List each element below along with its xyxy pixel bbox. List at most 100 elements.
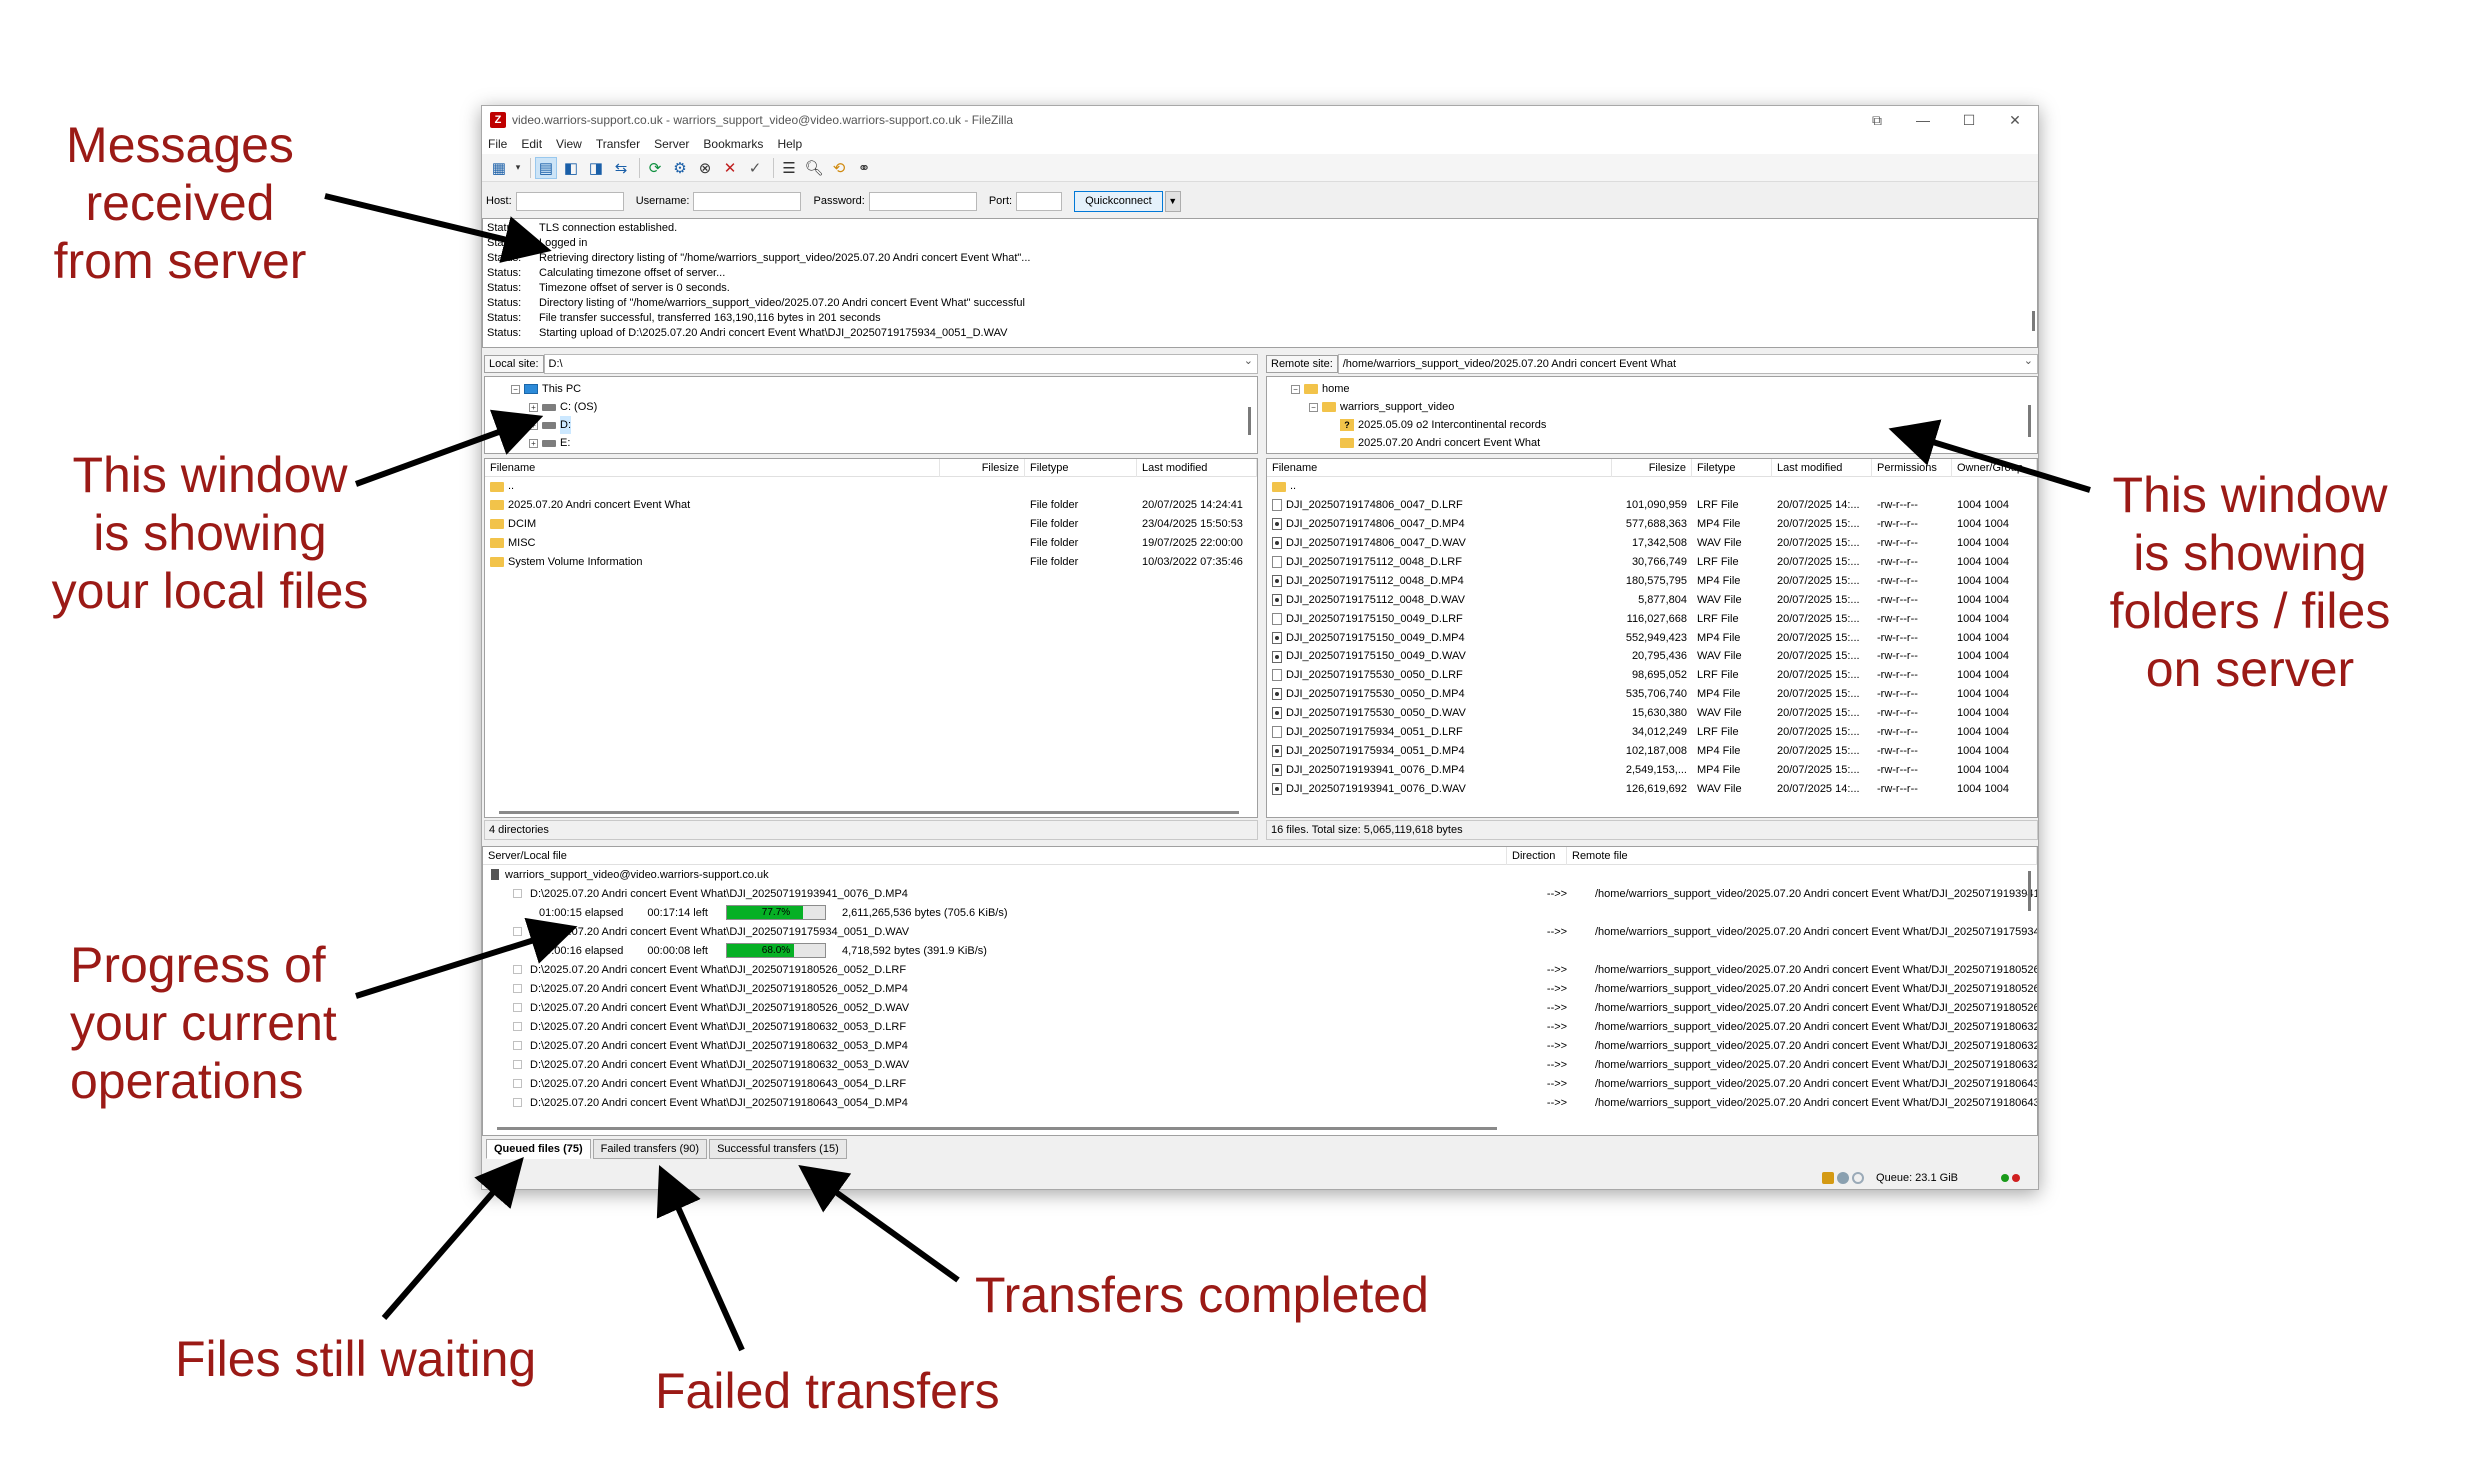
remote-file-row[interactable]: DJI_20250719193941_0076_D.MP4 2,549,153,.…: [1267, 760, 2037, 779]
menu-view[interactable]: View: [556, 137, 582, 151]
remote-file-list[interactable]: Filename Filesize Filetype Last modified…: [1266, 458, 2038, 818]
remote-file-row[interactable]: DJI_20250719175150_0049_D.MP4 552,949,423…: [1267, 628, 2037, 647]
remote-file-row[interactable]: DJI_20250719175112_0048_D.WAV 5,877,804 WA…: [1267, 590, 2037, 609]
sync-browse-icon[interactable]: ⟲: [828, 157, 850, 179]
col-direction[interactable]: Direction: [1507, 847, 1567, 865]
transfer-queue[interactable]: Server/Local file Direction Remote file …: [482, 846, 2038, 1136]
remote-file-row[interactable]: DJI_20250719175112_0048_D.MP4 180,575,795…: [1267, 571, 2037, 590]
col-filetype[interactable]: Filetype: [1692, 459, 1772, 477]
col-filesize[interactable]: Filesize: [1612, 459, 1692, 477]
toggle-remote-tree-icon[interactable]: ◨: [585, 157, 607, 179]
close-button[interactable]: ✕: [1992, 106, 2038, 134]
queue-item-row[interactable]: D:\2025.07.20 Andri concert Event What\D…: [483, 1036, 2037, 1055]
password-input[interactable]: [868, 191, 977, 211]
tab-failed-transfers[interactable]: Failed transfers (90): [592, 1139, 708, 1159]
queue-item-row[interactable]: D:\2025.07.20 Andri concert Event What\D…: [483, 922, 2037, 941]
collapse-icon[interactable]: −: [1309, 402, 1318, 412]
remote-file-row[interactable]: DJI_20250719175150_0049_D.WAV 20,795,436 W…: [1267, 647, 2037, 666]
minimize-button[interactable]: —: [1900, 106, 1946, 134]
local-file-row[interactable]: DCIM File folder 23/04/2025 15:50:53: [485, 515, 1257, 534]
col-filesize[interactable]: Filesize: [940, 459, 1025, 477]
restore-icon[interactable]: ⧉: [1854, 106, 1900, 134]
queue-item-row[interactable]: D:\2025.07.20 Andri concert Event What\D…: [483, 1017, 2037, 1036]
maximize-button[interactable]: ☐: [1946, 106, 1992, 134]
tree-folder-o2[interactable]: ? 2025.05.09 o2 Intercontinental records: [1267, 416, 2037, 434]
menu-edit[interactable]: Edit: [521, 137, 542, 151]
expand-icon[interactable]: +: [529, 438, 538, 448]
remote-file-row[interactable]: DJI_20250719175530_0050_D.WAV 15,630,380 W…: [1267, 704, 2037, 723]
local-file-row[interactable]: 2025.07.20 Andri concert Event What File …: [485, 496, 1257, 515]
speed-limit-icon[interactable]: [1852, 1172, 1865, 1184]
gear-icon[interactable]: [1837, 1172, 1850, 1184]
remote-tree-scrollbar[interactable]: [2028, 405, 2031, 437]
queue-item-row[interactable]: D:\2025.07.20 Andri concert Event What\D…: [483, 979, 2037, 998]
remote-file-row[interactable]: DJI_20250719174806_0047_D.LRF 101,090,959…: [1267, 496, 2037, 515]
expand-icon[interactable]: +: [529, 420, 538, 430]
port-input[interactable]: [1016, 191, 1063, 211]
tree-home[interactable]: − home: [1267, 380, 2037, 398]
queue-scrollbar[interactable]: [2028, 871, 2031, 911]
queue-item-row[interactable]: D:\2025.07.20 Andri concert Event What\D…: [483, 1055, 2037, 1074]
collapse-icon[interactable]: −: [1291, 384, 1300, 394]
col-permissions[interactable]: Permissions: [1872, 459, 1952, 477]
remote-file-row[interactable]: DJI_20250719175112_0048_D.LRF 30,766,749 L…: [1267, 553, 2037, 572]
queue-item-row[interactable]: D:\2025.07.20 Andri concert Event What\D…: [483, 1074, 2037, 1093]
local-hscroll[interactable]: [499, 811, 1239, 814]
message-log[interactable]: Status: TLS connection established. Status…: [482, 218, 2038, 348]
remote-file-row[interactable]: DJI_20250719175150_0049_D.LRF 116,027,668…: [1267, 609, 2037, 628]
expand-icon[interactable]: +: [529, 402, 538, 412]
col-filetype[interactable]: Filetype: [1025, 459, 1137, 477]
toggle-queue-icon[interactable]: ⇆: [610, 157, 632, 179]
queue-item-row[interactable]: D:\2025.07.20 Andri concert Event What\D…: [483, 1093, 2037, 1112]
toggle-local-tree-icon[interactable]: ◧: [560, 157, 582, 179]
tree-drive-c[interactable]: + C: (OS): [485, 398, 1257, 416]
queue-item-row[interactable]: D:\2025.07.20 Andri concert Event What\D…: [483, 960, 2037, 979]
process-queue-icon[interactable]: ⚙: [669, 157, 691, 179]
remote-file-row[interactable]: DJI_20250719175934_0051_D.MP4 102,187,008…: [1267, 741, 2037, 760]
tree-user-folder[interactable]: − warriors_support_video: [1267, 398, 2037, 416]
reconnect-icon[interactable]: ✓: [744, 157, 766, 179]
remote-directory-tree[interactable]: − home − warriors_support_video ? 2025.05.0…: [1266, 376, 2038, 454]
remote-file-row[interactable]: DJI_20250719193941_0076_D.WAV 126,619,692…: [1267, 779, 2037, 798]
local-site-path[interactable]: D:\: [543, 354, 1258, 374]
cancel-operation-icon[interactable]: ⊗: [694, 157, 716, 179]
menu-file[interactable]: File: [488, 137, 507, 151]
col-filename[interactable]: Filename: [1267, 459, 1612, 477]
col-remote-file[interactable]: Remote file: [1567, 847, 2037, 865]
local-file-list[interactable]: Filename Filesize Filetype Last modified…: [484, 458, 1258, 818]
toggle-log-icon[interactable]: ▤: [535, 156, 557, 179]
tree-drive-e[interactable]: + E:: [485, 434, 1257, 452]
queue-server-row[interactable]: warriors_support_video@video.warriors-su…: [483, 865, 2037, 884]
queue-hscroll[interactable]: [497, 1127, 1497, 1130]
log-scrollbar[interactable]: [2032, 311, 2035, 331]
remote-file-row[interactable]: DJI_20250719175530_0050_D.MP4 535,706,740…: [1267, 685, 2037, 704]
col-last-modified[interactable]: Last modified: [1137, 459, 1257, 477]
local-file-row[interactable]: MISC File folder 19/07/2025 22:00:00: [485, 534, 1257, 553]
collapse-icon[interactable]: −: [511, 384, 520, 394]
local-file-row[interactable]: ..: [485, 477, 1257, 496]
find-files-icon[interactable]: ⚭: [853, 157, 875, 179]
dropdown-arrow-icon[interactable]: ▾: [513, 157, 523, 179]
site-manager-icon[interactable]: ▦: [488, 157, 510, 179]
remote-file-row[interactable]: DJI_20250719174806_0047_D.WAV 17,342,508 W…: [1267, 534, 2037, 553]
menu-server[interactable]: Server: [654, 137, 689, 151]
remote-file-row[interactable]: DJI_20250719175934_0051_D.LRF 34,012,249 L…: [1267, 723, 2037, 742]
col-last-modified[interactable]: Last modified: [1772, 459, 1872, 477]
remote-site-path[interactable]: /home/warriors_support_video/2025.07.20 …: [1337, 354, 2038, 374]
queue-item-row[interactable]: D:\2025.07.20 Andri concert Event What\D…: [483, 998, 2037, 1017]
tree-this-pc[interactable]: − This PC: [485, 380, 1257, 398]
col-server-local-file[interactable]: Server/Local file: [483, 847, 1507, 865]
col-owner-group[interactable]: Owner/Group: [1952, 459, 2037, 477]
search-icon[interactable]: 🔍︎: [803, 157, 825, 179]
tab-successful-transfers[interactable]: Successful transfers (15): [709, 1139, 847, 1159]
local-file-row[interactable]: System Volume Information File folder 10/0…: [485, 553, 1257, 572]
quickconnect-button[interactable]: Quickconnect: [1074, 190, 1163, 212]
refresh-icon[interactable]: ⟳: [644, 157, 666, 179]
host-input[interactable]: [515, 191, 624, 211]
local-directory-tree[interactable]: − This PC + C: (OS) + D: + E:: [484, 376, 1258, 454]
queue-item-row[interactable]: D:\2025.07.20 Andri concert Event What\D…: [483, 884, 2037, 903]
tab-queued-files[interactable]: Queued files (75): [486, 1139, 591, 1159]
filter-icon[interactable]: ☰: [778, 157, 800, 179]
tree-drive-d[interactable]: + D:: [485, 416, 1257, 434]
menu-help[interactable]: Help: [777, 137, 802, 151]
